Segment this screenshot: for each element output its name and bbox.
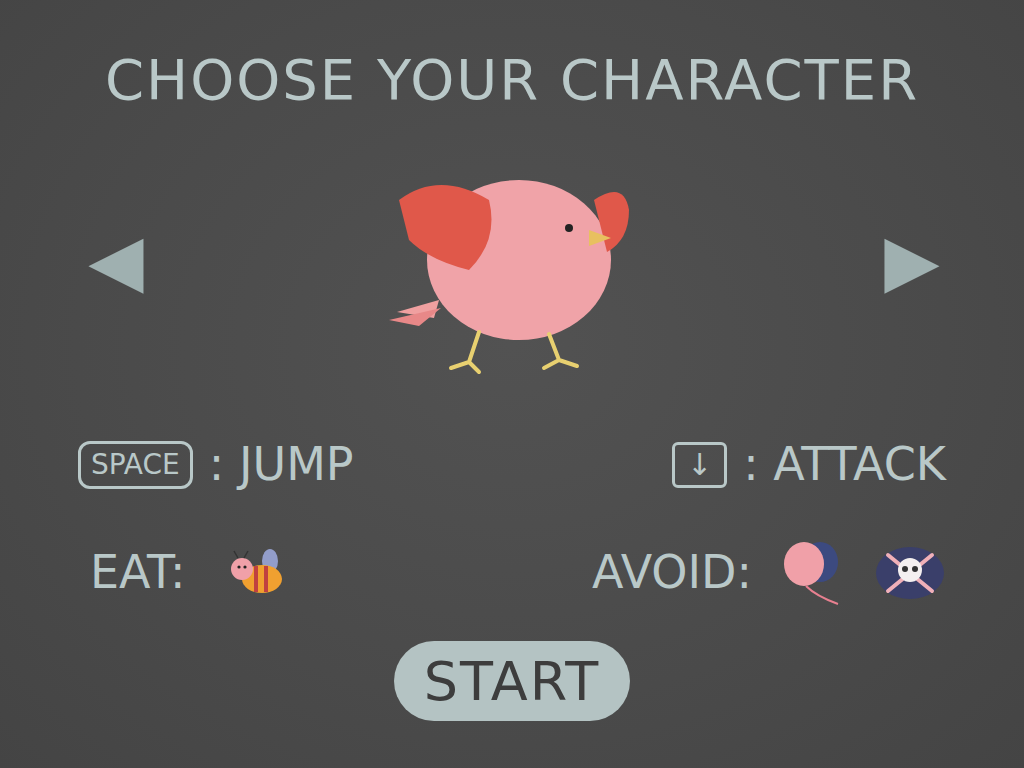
eat-group: EAT: (90, 545, 290, 601)
prev-character-button[interactable]: ◀ (76, 224, 156, 296)
bird-character-icon (379, 140, 649, 380)
character-select-screen: CHOOSE YOUR CHARACTER◀▶SPACE: JUMP↓: ATT… (0, 0, 1024, 768)
start-area: START (0, 641, 1024, 721)
key-label: ↓ (672, 442, 727, 488)
eat-label: EAT: (90, 545, 186, 600)
avoid-group: AVOID: (592, 540, 946, 606)
control-item: SPACE : JUMP (78, 437, 354, 492)
start-button[interactable]: START (394, 641, 630, 721)
next-character-button[interactable]: ▶ (872, 224, 952, 296)
character-carousel: ◀▶ (0, 125, 1024, 395)
key-label: SPACE (78, 441, 193, 489)
screen-title: CHOOSE YOUR CHARACTER (0, 35, 1024, 125)
balloon-icon (780, 540, 846, 606)
controls-row: SPACE : JUMP ↓ : ATTACK (0, 435, 1024, 495)
items-row: EAT: AVOID: (0, 540, 1024, 606)
control-action: : ATTACK (743, 437, 946, 492)
bee-icon (226, 545, 290, 601)
skull-icon (874, 543, 946, 603)
avoid-label: AVOID: (592, 545, 752, 600)
control-action: : JUMP (209, 437, 354, 492)
control-item: ↓ : ATTACK (672, 437, 946, 492)
